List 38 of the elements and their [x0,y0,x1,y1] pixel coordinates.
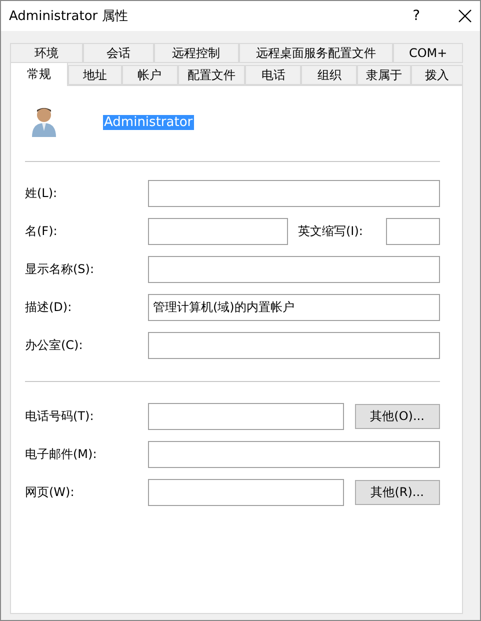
tab[interactable]: 常规 [10,62,68,86]
help-button[interactable]: ? [412,8,420,24]
tab[interactable]: COM+ [393,43,463,63]
tab[interactable]: 会话 [82,43,154,63]
input-field[interactable] [148,180,440,207]
other-button[interactable]: 其他(R)... [354,480,440,505]
input-field[interactable] [148,479,344,506]
tab[interactable]: 地址 [68,65,122,85]
input-field[interactable] [148,218,288,245]
user-name: Administrator [103,114,194,130]
input-field[interactable] [148,256,440,283]
field-label: 描述(D): [25,299,73,316]
tab[interactable]: 环境 [10,43,83,63]
tab[interactable]: 组织 [301,65,358,85]
tab[interactable]: 配置文件 [178,65,246,85]
input-field[interactable]: 管理计算机(域)的内置帐户 [148,294,440,321]
tab[interactable]: 帐户 [122,65,178,85]
tab[interactable]: 隶属于 [357,65,412,85]
tab[interactable]: 电话 [245,65,302,85]
field-label: 办公室(C): [25,337,84,354]
other-button[interactable]: 其他(O)... [354,404,440,429]
window-title: Administrator 属性 [9,8,129,25]
field-label: 网页(W): [25,484,76,501]
tab[interactable]: 远程控制 [154,43,238,63]
field-label: 电话号码(T): [25,408,95,425]
user-icon [31,107,57,137]
input-field[interactable] [148,332,440,359]
field-label: 姓(L): [25,185,58,202]
tab[interactable]: 拨入 [411,65,463,85]
field-label: 显示名称(S): [25,261,96,278]
tab[interactable]: 远程桌面服务配置文件 [238,43,394,63]
input-field[interactable] [386,218,440,245]
field-label: 名(F): [25,223,58,240]
input-field[interactable] [148,403,344,430]
close-icon[interactable] [458,9,472,23]
field-label: 英文缩写(I): [298,223,364,240]
field-label: 电子邮件(M): [25,446,98,463]
input-field[interactable] [148,441,440,468]
